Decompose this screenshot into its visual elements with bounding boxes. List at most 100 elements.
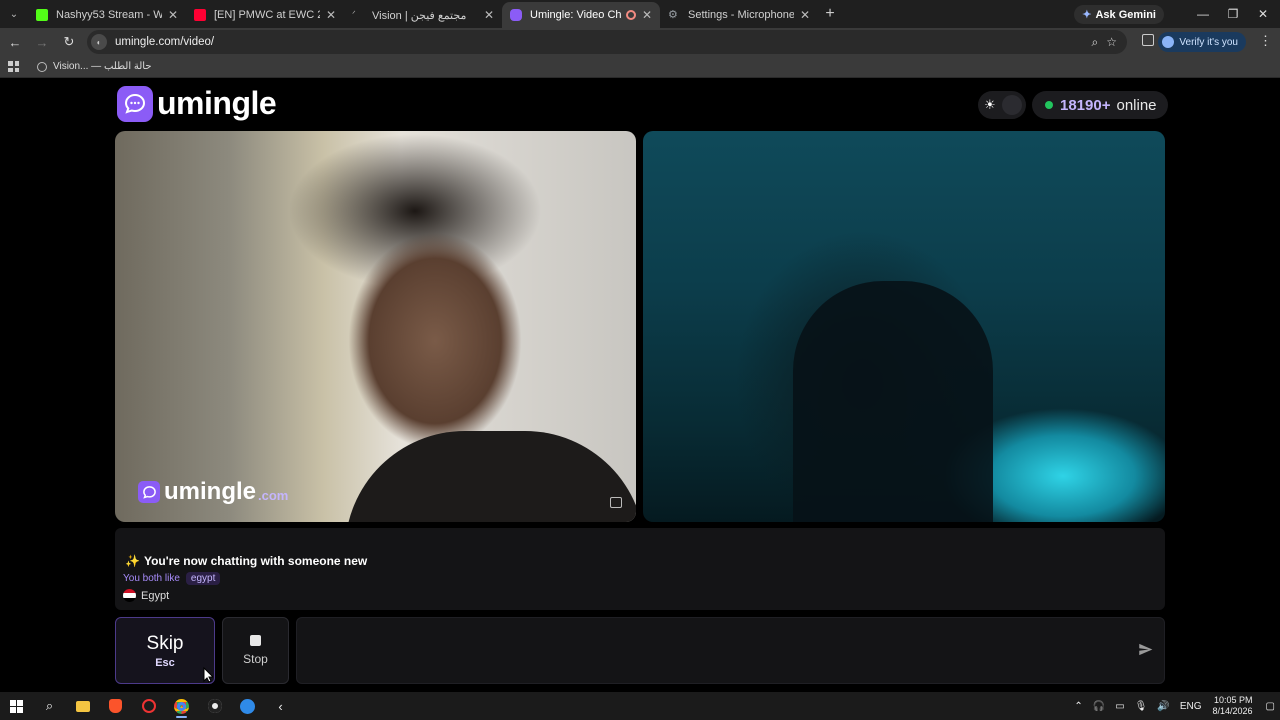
online-dot-icon [1045, 101, 1053, 109]
send-icon[interactable] [1138, 642, 1154, 658]
egypt-flag-icon [123, 589, 136, 602]
youtube-favicon-icon [194, 9, 206, 21]
tab-title: Vision | مجتمع فيجن [372, 9, 467, 22]
sun-icon: ☀ [984, 97, 996, 112]
umingle-page: umingle ☀ 18190+ online umingle .com ✨ Yo… [0, 79, 1280, 692]
chevron-up-icon[interactable]: ⌃ [1074, 701, 1082, 712]
bookmark-star-icon[interactable]: ☆ [1106, 35, 1117, 50]
remote-person-silhouette [793, 281, 993, 522]
close-tab-icon[interactable]: ✕ [484, 8, 494, 22]
both-like-label: You both like [123, 573, 180, 584]
minimize-icon[interactable]: — [1188, 0, 1218, 28]
close-tab-icon[interactable]: ✕ [642, 8, 652, 22]
watermark-text: umingle [164, 478, 257, 505]
verify-profile-button[interactable]: Verify it's you [1158, 32, 1246, 52]
windows-start-icon[interactable] [0, 692, 33, 720]
zoom-icon[interactable]: ⌕ [1092, 35, 1099, 50]
gemini-spark-icon: ✦ [1082, 9, 1092, 21]
browser-tabbar: ⌄ Nashyy53 Stream - Watch Live ✕ [EN] PM… [0, 0, 1280, 28]
browser-app-icon[interactable] [231, 692, 264, 720]
tab-settings-microphone[interactable]: ⚙ Settings - Microphone ✕ [660, 2, 818, 28]
bookmark-vision[interactable]: Vision... — حالة الطلب [37, 61, 152, 72]
watermark-domain: .com [258, 487, 289, 503]
back-arrow-icon[interactable]: ← [3, 30, 27, 54]
language-indicator[interactable]: ENG [1180, 701, 1202, 712]
clock-time: 10:05 PM [1214, 695, 1253, 705]
chat-status-text: You're now chatting with someone new [143, 554, 368, 568]
remote-app-icon[interactable]: ‹ [264, 692, 297, 720]
search-icon[interactable]: ⌕ [33, 692, 66, 720]
close-tab-icon[interactable]: ✕ [168, 8, 178, 22]
restore-icon[interactable]: ❐ [1218, 0, 1248, 28]
message-input[interactable] [296, 617, 1165, 684]
ask-gemini-button[interactable]: ✦ Ask Gemini [1074, 5, 1164, 24]
tab-vision[interactable]: ᐟ Vision | مجتمع فيجن ✕ [344, 2, 502, 28]
close-tab-icon[interactable]: ✕ [326, 8, 336, 22]
tab-pmwc[interactable]: [EN] PMWC at EWC 26 Finals D ✕ [186, 2, 344, 28]
globe-icon [37, 61, 47, 72]
address-toolbar: ← → ↻ ◐ umingle.com/video/ ⌕ ☆ [0, 28, 1280, 56]
new-tab-button[interactable]: + [818, 5, 842, 23]
recording-indicator-icon [625, 10, 636, 20]
headphones-icon[interactable]: 🎧 [1093, 701, 1105, 712]
microphone-icon[interactable]: 🎙 [1135, 701, 1148, 712]
vision-favicon-icon: ᐟ [352, 9, 356, 19]
online-counter: 18190+ online [1032, 91, 1168, 119]
watermark-chat-icon [138, 481, 160, 503]
brave-icon[interactable] [99, 692, 132, 720]
bookmarks-bar: Vision... — حالة الطلب [0, 56, 1280, 78]
country-name: Egypt [141, 589, 170, 602]
gear-icon: ⚙ [668, 9, 678, 21]
steam-icon[interactable] [198, 692, 231, 720]
windows-taskbar: ⌕ ‹ ⌃ 🎧 ▭ 🎙 🔊 ENG 10:05 PM 8/14/2026 ▢ [0, 692, 1280, 720]
chat-bubble-icon [117, 85, 153, 122]
logo-text: umingle [157, 85, 277, 121]
network-icon[interactable]: ▭ [1115, 701, 1124, 712]
bookmark-label: Vision... — حالة الطلب [53, 61, 152, 72]
tab-title: Nashyy53 Stream - Watch Live [56, 9, 162, 21]
kick-favicon-icon [36, 9, 48, 21]
theme-toggle[interactable]: ☀ [978, 91, 1026, 119]
skip-button[interactable]: Skip Esc [115, 617, 215, 684]
partner-country: Egypt [123, 589, 169, 602]
site-info-icon[interactable]: ◐ [91, 34, 107, 50]
apps-grid-icon[interactable] [8, 61, 19, 72]
local-person-silhouette [345, 431, 636, 522]
tab-search-icon[interactable]: ⌄ [0, 0, 28, 28]
close-tab-icon[interactable]: ✕ [800, 8, 810, 22]
report-flag-icon[interactable] [610, 497, 622, 508]
stop-square-icon [250, 635, 261, 646]
online-count: 18190+ [1060, 96, 1111, 114]
mouse-cursor-icon [203, 667, 213, 683]
stop-label: Stop [243, 652, 268, 666]
tab-nashyy[interactable]: Nashyy53 Stream - Watch Live ✕ [28, 2, 186, 28]
url-text[interactable]: umingle.com/video/ [115, 36, 214, 48]
tab-title: Settings - Microphone [688, 9, 794, 21]
online-label: online [1116, 96, 1157, 114]
chat-panel: ✨ You're now chatting with someone new Yo… [115, 528, 1165, 610]
tab-umingle[interactable]: Umingle: Video Chat with S ✕ [502, 2, 660, 28]
file-explorer-icon[interactable] [66, 692, 99, 720]
umingle-logo[interactable]: umingle [117, 85, 277, 122]
chat-status-message: ✨ You're now chatting with someone new [125, 554, 367, 568]
volume-icon[interactable]: 🔊 [1157, 701, 1169, 712]
skip-shortcut: Esc [155, 656, 175, 669]
omnibox[interactable]: ◐ umingle.com/video/ ⌕ ☆ [87, 30, 1127, 54]
umingle-favicon-icon [510, 9, 522, 21]
extensions-icon[interactable] [1142, 34, 1154, 46]
remote-video [643, 131, 1165, 522]
toggle-knob [1001, 95, 1022, 115]
close-window-icon[interactable]: ✕ [1248, 0, 1278, 28]
reload-icon[interactable]: ↻ [57, 30, 81, 54]
chrome-icon[interactable] [165, 692, 198, 720]
forward-arrow-icon[interactable]: → [30, 30, 54, 54]
media-app-icon[interactable] [132, 692, 165, 720]
browser-menu-icon[interactable]: ⋮ [1259, 33, 1272, 49]
profile-avatar [1162, 36, 1175, 48]
taskbar-clock[interactable]: 10:05 PM 8/14/2026 [1213, 695, 1253, 717]
interest-tag: egypt [185, 572, 221, 585]
stop-button[interactable]: Stop [222, 617, 289, 684]
notifications-icon[interactable]: ▢ [1266, 701, 1275, 712]
clock-date: 8/14/2026 [1212, 706, 1253, 716]
tab-title: Umingle: Video Chat with S [530, 9, 622, 21]
